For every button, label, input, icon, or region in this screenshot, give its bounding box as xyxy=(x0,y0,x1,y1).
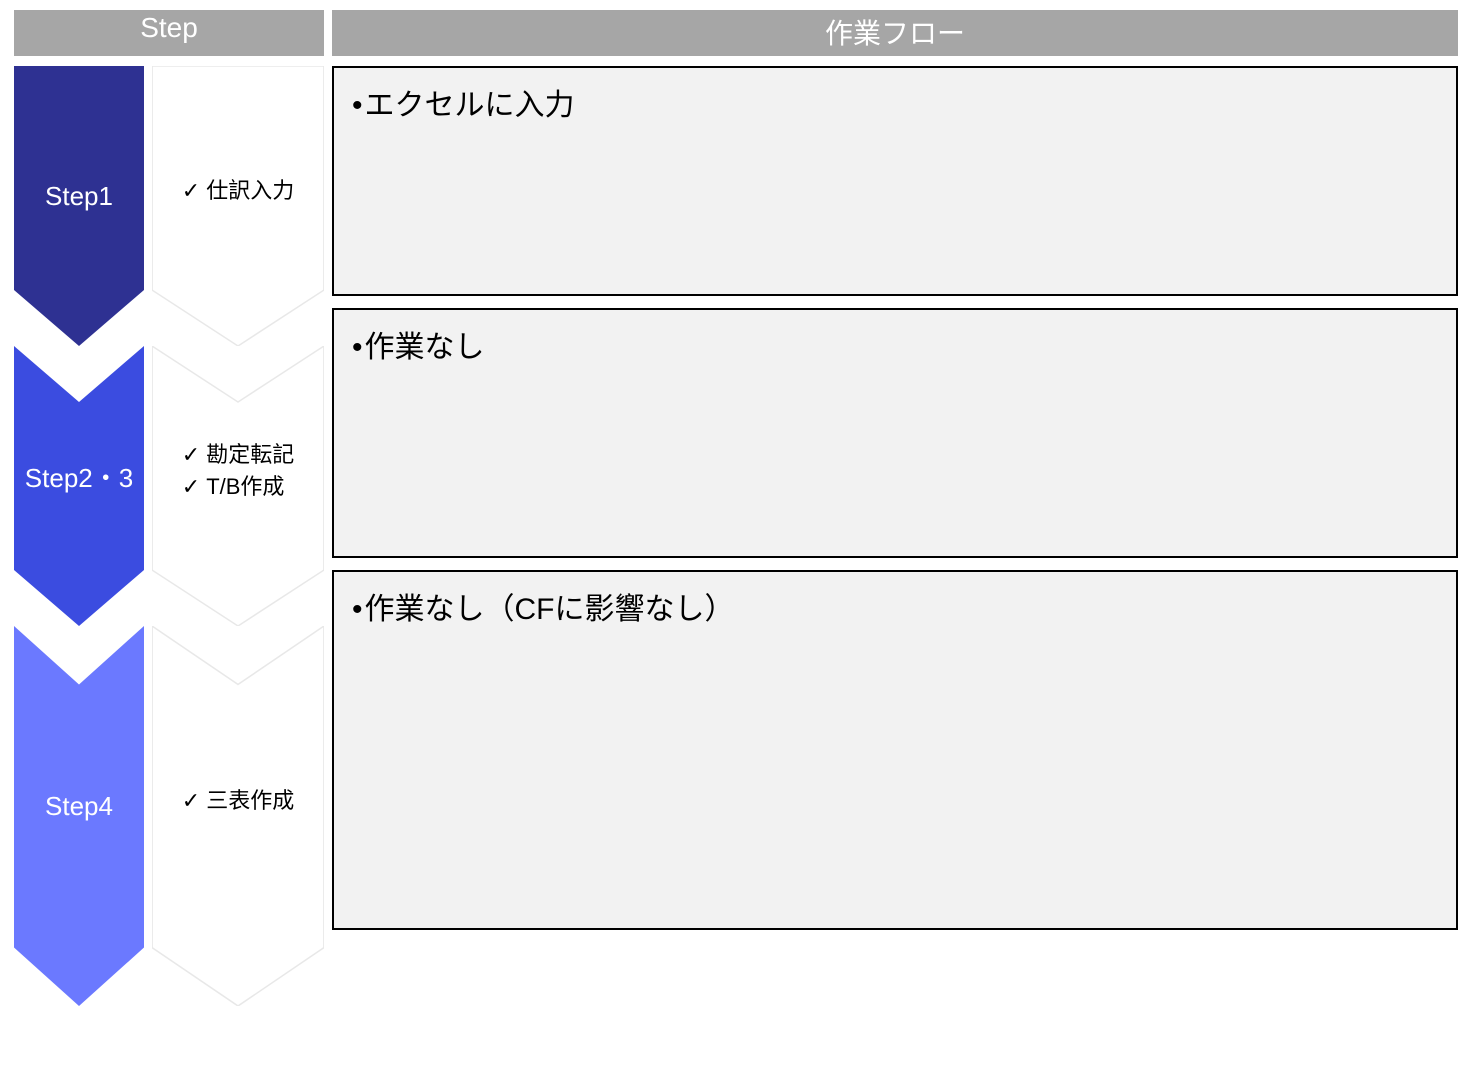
check-text: T/B作成 xyxy=(206,474,284,499)
bullet-icon: • xyxy=(352,593,363,626)
check-text: 勘定転記 xyxy=(206,442,294,467)
flow-box-3: •作業なし（CFに影響なし） xyxy=(332,570,1458,930)
flow-text: 作業なし（CFに影響なし） xyxy=(365,593,735,626)
header-flow: 作業フロー xyxy=(332,10,1458,56)
check-items: ✓仕訳入力 xyxy=(182,175,294,207)
step-arrow-1: Step1 xyxy=(14,66,144,346)
check-text: 仕訳入力 xyxy=(206,178,294,203)
check-item: ✓勘定転記 xyxy=(182,439,294,471)
flow-text: エクセルに入力 xyxy=(365,89,575,122)
step-label: Step2・3 xyxy=(25,458,133,495)
check-items: ✓勘定転記 ✓T/B作成 xyxy=(182,439,294,503)
check-icon: ✓ xyxy=(182,442,200,467)
check-icon: ✓ xyxy=(182,178,200,203)
header-step: Step xyxy=(14,10,324,56)
flow-box-1: •エクセルに入力 xyxy=(332,66,1458,296)
check-item: ✓三表作成 xyxy=(182,785,294,817)
check-chevron-2: ✓勘定転記 ✓T/B作成 xyxy=(152,346,324,626)
check-item: ✓仕訳入力 xyxy=(182,175,294,207)
step-arrow-3: Step4 xyxy=(14,626,144,1006)
check-text: 三表作成 xyxy=(206,788,294,813)
check-chevron-3: ✓三表作成 xyxy=(152,626,324,1006)
step-arrow-column: Step1 Step2・3 Step4 xyxy=(14,66,144,1006)
step-label: Step1 xyxy=(45,181,113,212)
check-item: ✓T/B作成 xyxy=(182,471,294,503)
step-arrow-2: Step2・3 xyxy=(14,346,144,626)
flow-column: •エクセルに入力 •作業なし •作業なし（CFに影響なし） xyxy=(332,66,1458,1006)
check-icon: ✓ xyxy=(182,474,200,499)
bullet-icon: • xyxy=(352,331,363,364)
flow-box-2: •作業なし xyxy=(332,308,1458,558)
flow-text: 作業なし xyxy=(365,331,485,364)
body-row: Step1 Step2・3 Step4 xyxy=(14,66,1458,1006)
check-chevron-column: ✓仕訳入力 ✓勘定転記 ✓T/B作成 xyxy=(152,66,324,1006)
check-items: ✓三表作成 xyxy=(182,785,294,817)
diagram-root: Step 作業フロー Step1 Step2・3 xyxy=(14,10,1458,1006)
header-row: Step 作業フロー xyxy=(14,10,1458,56)
step-label: Step4 xyxy=(45,791,113,822)
check-chevron-1: ✓仕訳入力 xyxy=(152,66,324,346)
check-icon: ✓ xyxy=(182,788,200,813)
left-column: Step1 Step2・3 Step4 xyxy=(14,66,324,1006)
bullet-icon: • xyxy=(352,89,363,122)
